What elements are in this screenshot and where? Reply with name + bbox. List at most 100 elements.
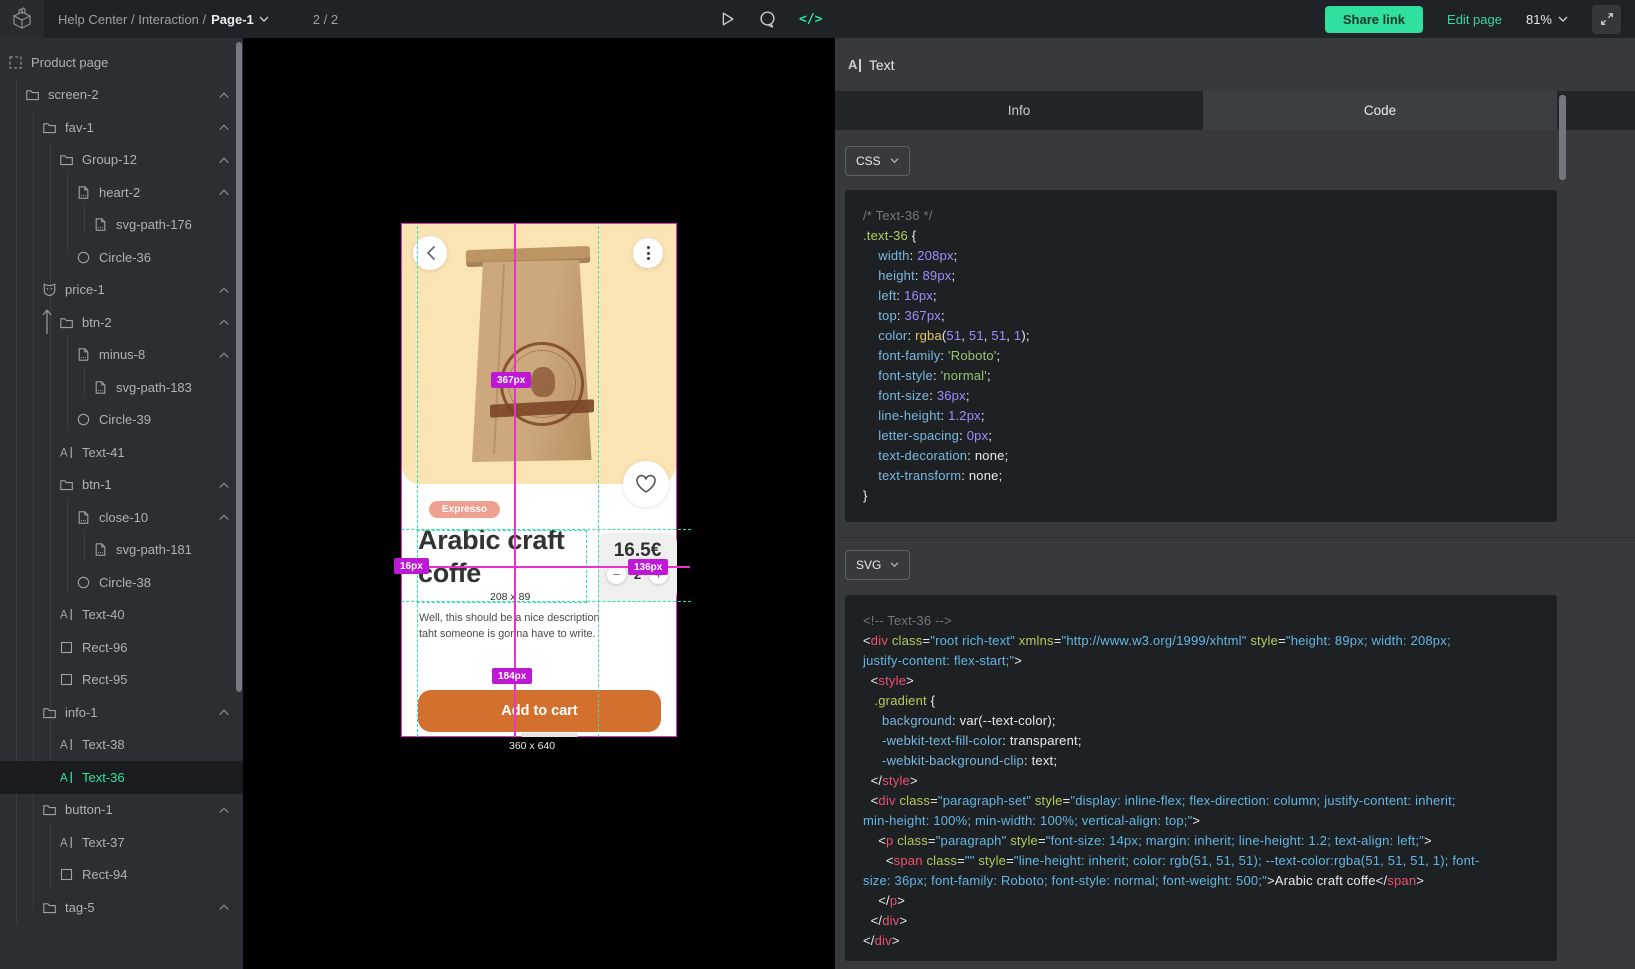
layer-item-text-41[interactable]: AText-41 (0, 436, 243, 469)
sidebar-scrollbar[interactable] (236, 42, 242, 692)
layer-item-heart-2[interactable]: heart-2 (0, 176, 243, 209)
svg-file-icon (93, 380, 108, 395)
layer-item-circle-38[interactable]: Circle-38 (0, 566, 243, 599)
chevron-up-icon (218, 513, 230, 521)
code-line: -webkit-text-fill-color: transparent; (863, 731, 1539, 751)
comment-icon (758, 10, 777, 29)
share-link-button[interactable]: Share link (1325, 6, 1423, 33)
layer-item-minus-8[interactable]: minus-8 (0, 339, 243, 372)
svg-file-icon (76, 510, 91, 525)
layer-item-label: info-1 (65, 705, 98, 720)
layer-item-label: Product page (31, 55, 108, 70)
text-icon: A (59, 737, 74, 752)
comments-button[interactable] (758, 10, 777, 29)
text-icon: A (59, 770, 74, 785)
layer-item-screen-2[interactable]: screen-2 (0, 79, 243, 112)
product-title[interactable]: Arabic craft coffe (418, 524, 596, 590)
back-button[interactable] (413, 236, 447, 270)
app-window: Help Center / Interaction / Page-1 2 / 2… (0, 0, 1635, 969)
menu-button[interactable] (633, 238, 663, 268)
layer-item-circle-39[interactable]: Circle-39 (0, 404, 243, 437)
layer-item-rect-95[interactable]: Rect-95 (0, 664, 243, 697)
layer-item-text-37[interactable]: AText-37 (0, 826, 243, 859)
svg-language-select[interactable]: SVG (845, 550, 910, 580)
layer-item-product page[interactable]: Product page (0, 46, 243, 79)
tabbar-filler (1557, 91, 1635, 130)
design-canvas[interactable]: Expresso Arabic craft coffe 208 x 89 16.… (243, 38, 835, 969)
layer-item-label: Text-38 (82, 737, 125, 752)
zoom-control[interactable]: 81% (1526, 12, 1568, 27)
layer-item-text-38[interactable]: A Text-38 (0, 729, 243, 762)
tab-info[interactable]: Info (835, 91, 1203, 130)
layer-item-label: minus-8 (99, 347, 145, 362)
device-screen[interactable]: Expresso Arabic craft coffe 208 x 89 16.… (401, 223, 677, 737)
tab-code[interactable]: Code (1203, 91, 1557, 130)
minus-button[interactable]: − (607, 565, 626, 584)
layer-item-group-12[interactable]: Group-12 (0, 144, 243, 177)
favorite-button[interactable] (623, 461, 669, 507)
layer-item-svg-path-183[interactable]: svg-path-183 (0, 371, 243, 404)
code-view-button[interactable]: </> (799, 12, 822, 27)
layer-item-btn-2[interactable]: btn-2 (0, 306, 243, 339)
chevron-down-icon (1558, 16, 1568, 23)
panel-scrollbar[interactable] (1559, 95, 1566, 180)
layer-item-svg-path-176[interactable]: svg-path-176 (0, 209, 243, 242)
layer-item-price-1[interactable]: price-1 (0, 274, 243, 307)
edit-page-link[interactable]: Edit page (1447, 12, 1502, 27)
css-language-select[interactable]: CSS (845, 146, 910, 176)
layer-item-button-1[interactable]: button-1 (0, 794, 243, 827)
inspector-header: A Text (835, 38, 1635, 91)
breadcrumb[interactable]: Help Center / Interaction / Page-1 (58, 12, 269, 27)
layer-item-label: heart-2 (99, 185, 140, 200)
chevron-up-icon (218, 481, 230, 489)
layer-item-btn-1[interactable]: btn-1 (0, 469, 243, 502)
play-button[interactable] (718, 10, 736, 28)
fullscreen-button[interactable] (1592, 5, 1621, 34)
layer-item-label: Circle-36 (99, 250, 151, 265)
chevron-up-icon (218, 806, 230, 814)
layer-item-svg-path-181[interactable]: svg-path-181 (0, 534, 243, 567)
layer-item-fav-1[interactable]: fav-1 (0, 111, 243, 144)
svg-file-icon (93, 217, 108, 232)
layer-item-circle-36[interactable]: Circle-36 (0, 241, 243, 274)
layer-item-label: btn-2 (82, 315, 112, 330)
inspector-panel: A Text Info Code CSS /* Text-36 */.text-… (835, 38, 1635, 969)
code-line: text-decoration: none; (863, 446, 1539, 466)
folder-icon (25, 87, 40, 102)
layer-item-text-40[interactable]: AText-40 (0, 599, 243, 632)
layer-item-label: Text-37 (82, 835, 125, 850)
product-description[interactable]: Well, this should be a nice description … (419, 610, 599, 642)
inspector-tabs: Info Code (835, 91, 1635, 130)
selected-element-type: Text (869, 57, 895, 73)
layer-item-tag-5[interactable]: tag-5 (0, 891, 243, 924)
app-logo[interactable] (0, 0, 44, 38)
code-line: <p class="paragraph" style="font-size: 1… (863, 831, 1539, 851)
breadcrumb-prefix: Help Center / Interaction / (58, 12, 206, 27)
svg-file-icon (76, 347, 91, 362)
layer-item-rect-96[interactable]: Rect-96 (0, 631, 243, 664)
layer-item-close-10[interactable]: close-10 (0, 501, 243, 534)
layer-item-rect-94[interactable]: Rect-94 (0, 859, 243, 892)
layer-item-label: button-1 (65, 802, 113, 817)
code-line: background: var(--text-color); (863, 711, 1539, 731)
layer-item-info-1[interactable]: info-1 (0, 696, 243, 729)
layer-item-text-36[interactable]: AText-36 (0, 761, 243, 794)
circle-icon (76, 250, 91, 265)
rect-icon (59, 640, 74, 655)
layer-item-label: Circle-38 (99, 575, 151, 590)
code-line: color: rgba(51, 51, 51, 1); (863, 326, 1539, 346)
kebab-menu-icon (647, 252, 650, 255)
category-tag[interactable]: Expresso (429, 501, 500, 518)
add-to-cart-button[interactable]: Add to cart (418, 690, 661, 732)
svg-text:A: A (60, 740, 68, 752)
code-line: .text-36 { (863, 226, 1539, 246)
code-line: <span class="" style="line-height: inher… (863, 851, 1539, 871)
code-line: -webkit-background-clip: text; (863, 751, 1539, 771)
chevron-down-icon (890, 562, 899, 568)
vertical-guide-dashed (417, 226, 418, 737)
text-icon: A (59, 445, 74, 460)
measurement-label-367: 367px (491, 372, 531, 388)
folder-icon (59, 477, 74, 492)
code-line: height: 89px; (863, 266, 1539, 286)
layer-item-label: Group-12 (82, 152, 137, 167)
